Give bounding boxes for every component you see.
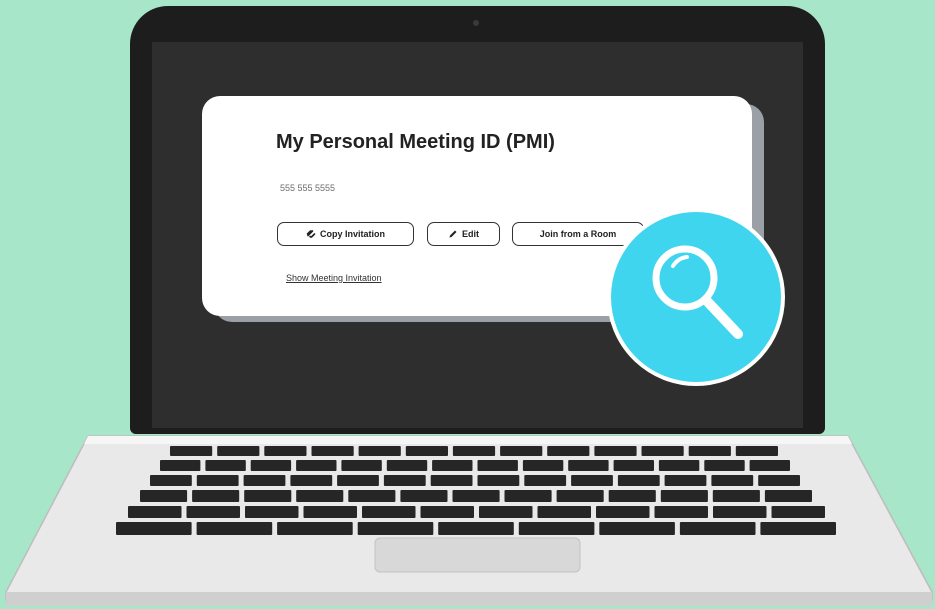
keyboard-key <box>296 460 337 471</box>
keyboard-key <box>160 460 201 471</box>
keyboard-key <box>348 490 396 502</box>
keyboard-key <box>205 460 246 471</box>
keyboard-key <box>500 446 543 456</box>
keyboard-key <box>658 460 700 471</box>
show-meeting-invitation-link[interactable]: Show Meeting Invitation <box>286 273 382 283</box>
keyboard-key <box>264 446 307 456</box>
keyboard-key <box>250 460 292 471</box>
keyboard-key <box>704 460 745 471</box>
keyboard-key <box>405 446 448 456</box>
pmi-number: 555 555 5555 <box>280 183 336 193</box>
keyboard-key <box>311 446 354 456</box>
magnifier-badge <box>607 208 785 386</box>
keyboard-key <box>383 475 426 486</box>
keyboard-key <box>760 522 836 535</box>
keyboard-key <box>712 490 760 502</box>
keyboard-key <box>679 522 756 535</box>
keyboard-key <box>477 460 518 471</box>
keyboard-key <box>504 490 552 502</box>
keyboard-key <box>641 446 684 456</box>
keyboard-key <box>608 490 656 502</box>
magnifying-glass-icon <box>652 245 743 339</box>
keyboard-key <box>617 475 660 486</box>
keyboard-key <box>749 460 790 471</box>
keyboard-key <box>518 522 595 535</box>
keyboard-key <box>594 446 637 456</box>
keyboard-key <box>128 506 182 518</box>
keyboard-key <box>337 475 379 486</box>
keyboard-key <box>358 446 401 456</box>
keyboard-key <box>764 490 812 502</box>
keyboard-key <box>362 506 416 518</box>
keyboard-key <box>196 522 273 535</box>
keyboard-key <box>244 490 292 502</box>
keyboard-key <box>290 475 333 486</box>
keyboard-key <box>420 506 474 518</box>
keyboard-key <box>524 475 567 486</box>
keyboard-key <box>711 475 754 486</box>
webcam <box>473 20 479 26</box>
keyboard-key <box>245 506 299 518</box>
copy-invitation-button[interactable]: Copy Invitation <box>277 222 414 246</box>
keyboard-key <box>386 460 428 471</box>
illustration: My Personal Meeting ID (PMI) 555 555 555… <box>0 0 935 609</box>
keyboard-key <box>771 506 825 518</box>
keyboard-key <box>357 522 434 535</box>
keyboard-key <box>477 475 520 486</box>
link-icon <box>306 230 316 238</box>
keyboard-key <box>452 446 496 456</box>
copy-invitation-label: Copy Invitation <box>320 229 385 239</box>
keyboard-key <box>303 506 357 518</box>
keyboard-key <box>296 490 344 502</box>
keyboard-key <box>116 522 192 535</box>
keyboard-key <box>192 490 240 502</box>
keyboard-key <box>713 506 767 518</box>
keyboard-key <box>568 460 609 471</box>
edit-button[interactable]: Edit <box>427 222 500 246</box>
trackpad <box>374 537 581 573</box>
pencil-icon <box>449 230 457 238</box>
keyboard-key <box>430 475 473 486</box>
keyboard-key <box>243 475 286 486</box>
keyboard-key <box>400 490 448 502</box>
keyboard-key <box>522 460 564 471</box>
keyboard-key <box>599 522 675 535</box>
keyboard-key <box>758 475 800 486</box>
keyboard-key <box>735 446 778 456</box>
keyboard-key <box>452 490 500 502</box>
keyboard-key <box>432 460 473 471</box>
keyboard-key <box>277 522 353 535</box>
keyboard-key <box>613 460 654 471</box>
keyboard-key <box>140 490 188 502</box>
join-from-room-label: Join from a Room <box>539 229 617 239</box>
keyboard-key <box>660 490 708 502</box>
keyboard-key <box>571 475 613 486</box>
keyboard-key <box>196 475 239 486</box>
keyboard-key <box>479 506 533 518</box>
keyboard-key <box>150 475 192 486</box>
keyboard-key <box>438 522 514 535</box>
keyboard-key <box>654 506 708 518</box>
keyboard-key <box>537 506 591 518</box>
card-title: My Personal Meeting ID (PMI) <box>276 131 555 153</box>
edit-label: Edit <box>462 229 479 239</box>
keyboard-key <box>688 446 731 456</box>
keyboard-key <box>547 446 590 456</box>
keyboard-key <box>664 475 707 486</box>
keyboard-key <box>186 506 240 518</box>
keyboard-key <box>217 446 260 456</box>
keyboard-key <box>556 490 604 502</box>
keyboard-key <box>596 506 650 518</box>
keyboard-key <box>170 446 213 456</box>
keyboard-key <box>341 460 382 471</box>
